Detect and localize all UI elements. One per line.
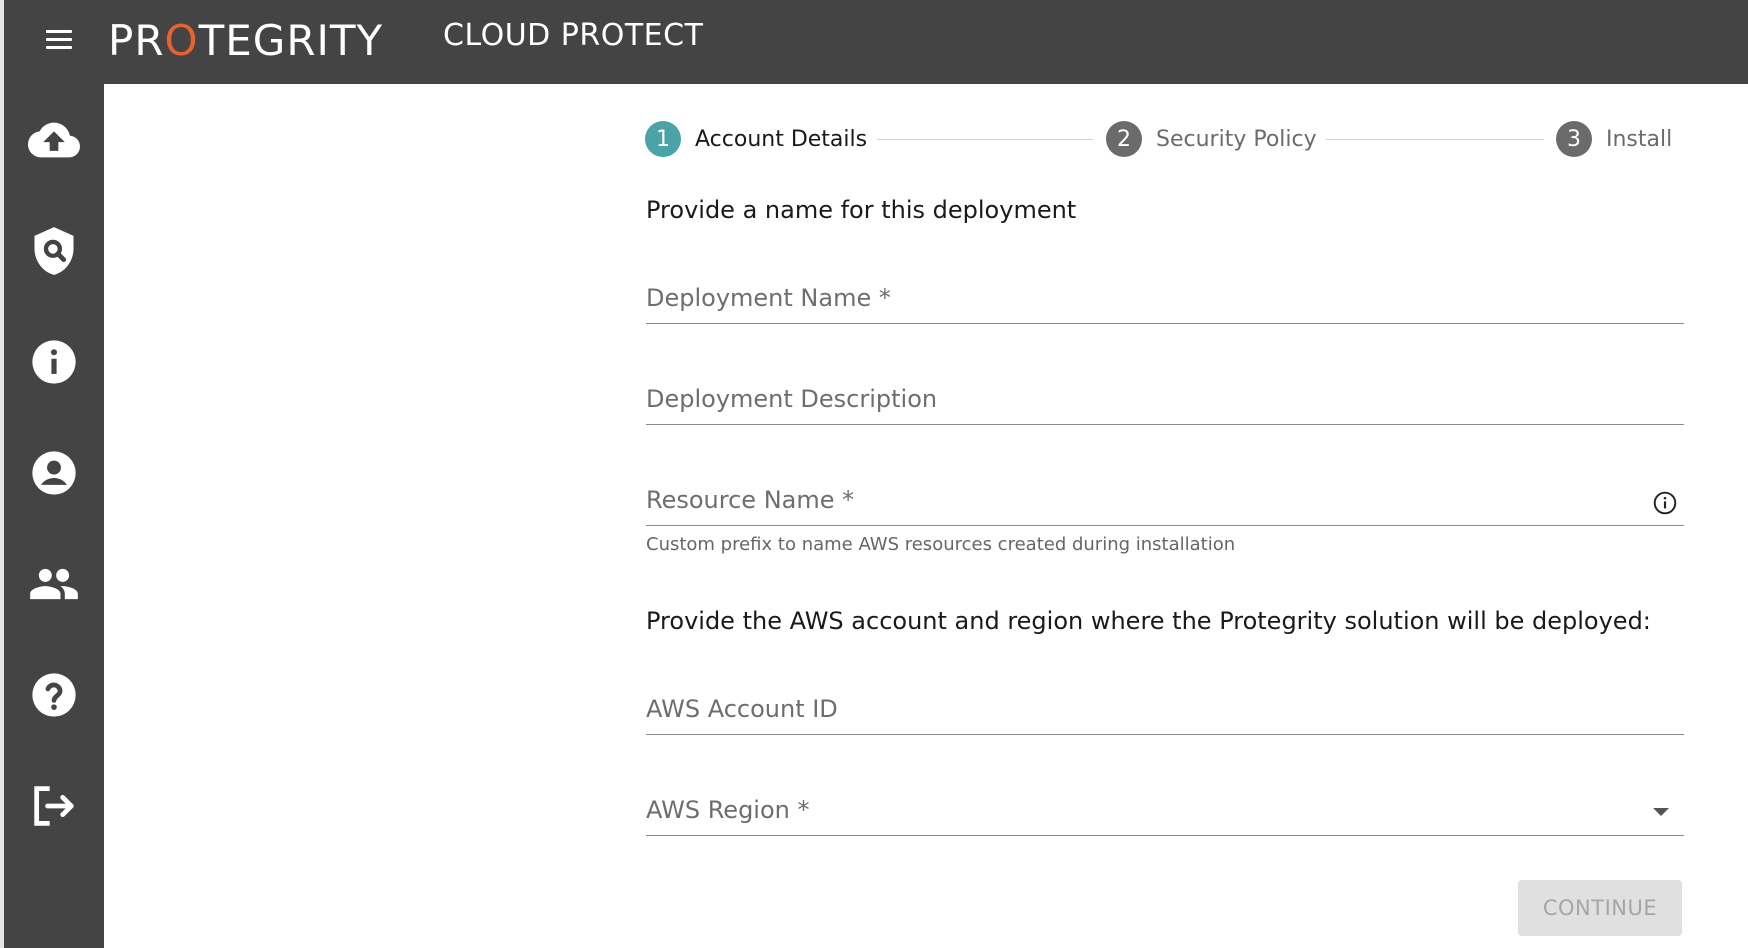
deployment-name-heading: Provide a name for this deployment xyxy=(646,196,1077,224)
resource-name-info-icon[interactable] xyxy=(1652,490,1678,516)
step-label: Install xyxy=(1606,126,1673,152)
dropdown-arrow-icon[interactable] xyxy=(1653,808,1669,816)
nav-item-security[interactable] xyxy=(26,223,82,279)
deployment-description-field[interactable] xyxy=(646,379,1684,427)
shield-search-icon xyxy=(34,227,74,275)
protegrity-logo: PROTEGRITY xyxy=(108,15,383,65)
step-number: 2 xyxy=(1106,121,1142,157)
step-label: Account Details xyxy=(695,126,868,152)
aws-region-select[interactable] xyxy=(646,790,1684,838)
step-account-details[interactable]: 1 Account Details xyxy=(645,118,867,160)
wizard-stepper: 1 Account Details 2 Security Policy 3 In… xyxy=(645,118,1685,160)
step-connector xyxy=(877,139,1093,140)
logo-wordmark: PROTEGRITY xyxy=(108,15,384,65)
aws-account-heading: Provide the AWS account and region where… xyxy=(646,607,1651,635)
step-connector xyxy=(1326,139,1544,140)
hamburger-menu-icon[interactable] xyxy=(42,26,76,54)
group-icon xyxy=(30,568,78,600)
field-underline xyxy=(646,525,1684,526)
continue-button[interactable]: CONTINUE xyxy=(1518,880,1682,936)
step-label: Security Policy xyxy=(1156,126,1317,152)
field-underline xyxy=(646,734,1684,735)
field-underline xyxy=(646,323,1684,324)
side-navigation xyxy=(4,84,104,948)
field-underline xyxy=(646,424,1684,425)
step-number: 1 xyxy=(645,121,681,157)
resource-name-input[interactable] xyxy=(646,480,1684,520)
step-security-policy[interactable]: 2 Security Policy xyxy=(1106,118,1317,160)
deployment-description-input[interactable] xyxy=(646,379,1684,419)
logout-icon xyxy=(34,786,74,826)
resource-name-hint: Custom prefix to name AWS resources crea… xyxy=(646,534,1236,555)
nav-item-help[interactable] xyxy=(26,667,82,723)
top-app-bar: PROTEGRITY CLOUD PROTECT xyxy=(4,0,1748,84)
aws-account-id-field[interactable] xyxy=(646,689,1684,737)
nav-item-account[interactable] xyxy=(26,445,82,501)
deployment-name-field[interactable] xyxy=(646,278,1684,326)
account-circle-icon xyxy=(32,451,76,495)
aws-account-id-input[interactable] xyxy=(646,689,1684,729)
nav-item-deploy[interactable] xyxy=(26,112,82,168)
logo-o-mark: O xyxy=(164,15,199,65)
field-underline xyxy=(646,835,1684,836)
nav-item-logout[interactable] xyxy=(26,778,82,834)
nav-item-users[interactable] xyxy=(26,556,82,612)
nav-item-info[interactable] xyxy=(26,334,82,390)
aws-region-input[interactable] xyxy=(646,790,1684,830)
cloud-upload-icon xyxy=(28,122,80,158)
deployment-name-input[interactable] xyxy=(646,278,1684,318)
info-icon xyxy=(32,340,76,384)
step-number: 3 xyxy=(1556,121,1592,157)
help-icon xyxy=(32,673,76,717)
step-install[interactable]: 3 Install xyxy=(1556,118,1672,160)
resource-name-field[interactable] xyxy=(646,480,1684,528)
app-window: PROTEGRITY CLOUD PROTECT 1 Account Detai… xyxy=(0,0,1748,948)
product-title: CLOUD PROTECT xyxy=(443,18,704,53)
